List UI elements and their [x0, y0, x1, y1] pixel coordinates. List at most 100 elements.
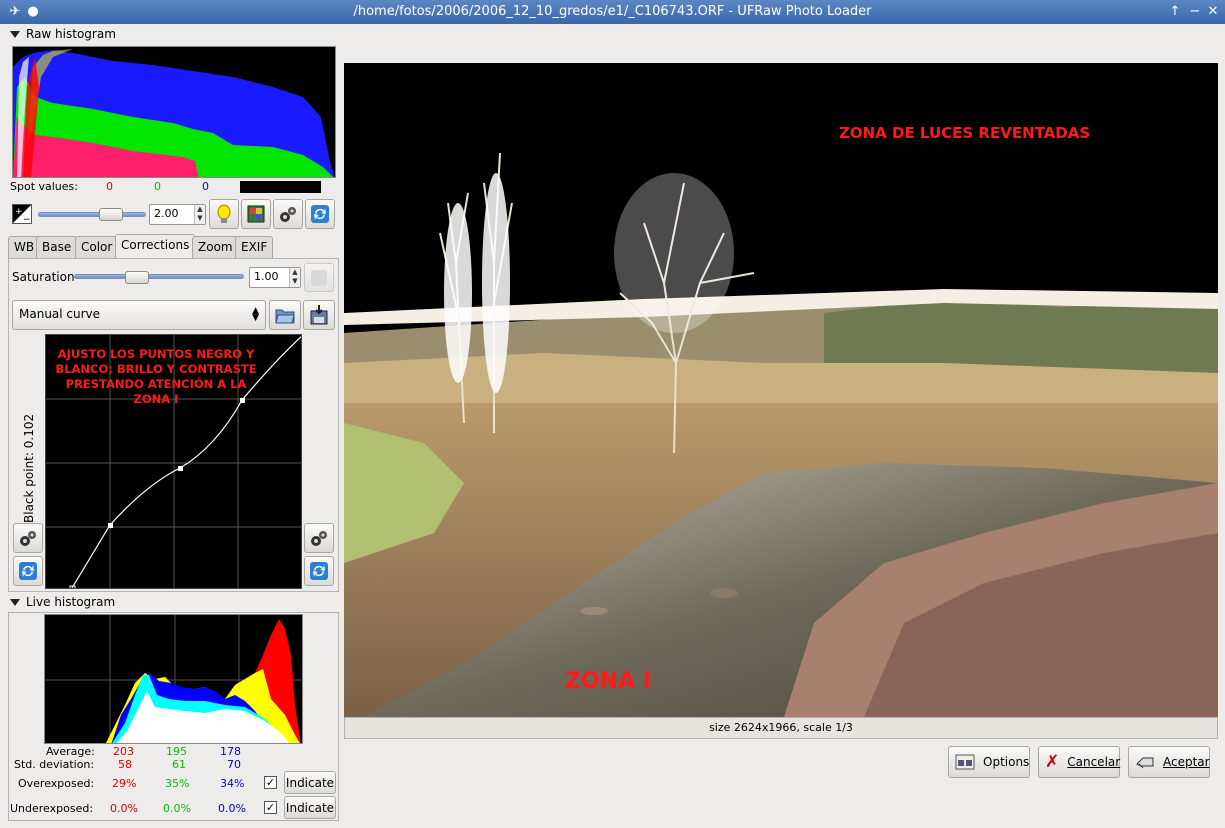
gears-icon [20, 531, 36, 546]
overexposed-label: Overexposed: [18, 777, 95, 790]
reset-curve-button[interactable] [304, 556, 334, 586]
live-histogram-label: Live histogram [26, 595, 116, 609]
image-preview[interactable]: ZONA DE LUCES REVENTADAS ZONA I [344, 63, 1218, 717]
gears-icon [280, 207, 296, 222]
std-deviation-label: Std. deviation: [14, 758, 95, 771]
refresh-icon [311, 269, 327, 286]
std-red: 58 [118, 758, 132, 771]
minimize-icon[interactable]: − [1186, 3, 1204, 21]
average-green: 195 [166, 745, 187, 758]
overexposed-indicate-button[interactable]: Indicate [284, 771, 336, 794]
spot-value-red: 0 [106, 180, 113, 193]
save-icon [310, 305, 328, 325]
spot-value-green: 0 [154, 180, 161, 193]
exposure-spinbox[interactable]: 2.00 ▲ ▼ [149, 204, 206, 225]
updown-arrows-icon: ▲ ▼ [252, 306, 259, 323]
underexposed-blue: 0.0% [218, 802, 246, 815]
annotation-blown-highlights: ZONA DE LUCES REVENTADAS [839, 124, 1090, 142]
expander-arrow-icon [10, 599, 20, 606]
cancel-button[interactable]: ✗ Cancelar [1038, 746, 1120, 778]
spot-color-swatch [240, 181, 321, 193]
cancel-x-icon: ✗ [1045, 752, 1060, 772]
saturation-value: 1.00 [254, 270, 279, 283]
gears-icon [311, 531, 327, 546]
curve-select-value: Manual curve [19, 307, 101, 321]
raw-histogram-expander[interactable]: Raw histogram [10, 27, 116, 41]
accept-button[interactable]: Aceptar [1128, 746, 1210, 778]
exposure-icon: + − [12, 204, 32, 225]
average-blue: 178 [220, 745, 241, 758]
raw-histogram-graph [13, 47, 335, 177]
saturation-spinbox[interactable]: 1.00 ▲ ▼ [249, 267, 301, 288]
raw-histogram-label: Raw histogram [26, 27, 116, 41]
average-label: Average: [46, 745, 95, 758]
tab-zoom[interactable]: Zoom [192, 236, 239, 258]
curve-select[interactable]: Manual curve ▲ ▼ [12, 300, 266, 330]
underexposed-checkbox[interactable]: ✓ [264, 801, 277, 814]
accept-label: Aceptar [1163, 755, 1210, 769]
overexposed-checkbox[interactable]: ✓ [264, 776, 277, 789]
open-curve-button[interactable] [269, 300, 301, 330]
spin-arrows-icon[interactable]: ▲ ▼ [194, 205, 205, 224]
reset-black-point-button[interactable] [13, 556, 43, 586]
tab-base[interactable]: Base [36, 236, 78, 258]
underexposed-green: 0.0% [163, 802, 191, 815]
std-blue: 70 [227, 758, 241, 771]
refresh-icon [311, 205, 329, 223]
landscape-photo: ZONA DE LUCES REVENTADAS ZONA I [344, 63, 1218, 717]
options-icon [955, 754, 975, 770]
curve-editor[interactable]: AJUSTO LOS PUNTOS NEGRO Y BLANCO; BRILLO… [45, 334, 302, 589]
saturation-slider-thumb[interactable] [125, 271, 150, 284]
folder-open-icon [275, 309, 295, 324]
exposure-value: 2.00 [154, 207, 179, 220]
overexposed-green: 35% [165, 777, 190, 790]
options-label: Options [983, 755, 1030, 769]
close-icon[interactable]: ✕ [1204, 3, 1222, 21]
underexposed-red: 0.0% [110, 802, 138, 815]
underexposed-label: Underexposed: [10, 802, 94, 815]
accept-icon [1135, 754, 1155, 770]
maximize-icon[interactable]: ↑ [1166, 3, 1184, 21]
refresh-icon [19, 562, 37, 580]
auto-exposure-button[interactable] [209, 199, 239, 229]
underexposed-indicate-button[interactable]: Indicate [284, 796, 336, 819]
options-button[interactable]: Options [948, 746, 1030, 778]
color-grid-icon [247, 205, 265, 223]
window-title: /home/fotos/2006/2006_12_10_gredos/e1/_C… [353, 4, 872, 19]
reset-saturation-button[interactable] [304, 263, 334, 292]
tab-color[interactable]: Color [75, 236, 119, 258]
image-status: size 2624x1966, scale 1/3 [344, 717, 1218, 739]
saturation-slider-track[interactable] [74, 274, 244, 279]
exposure-slider-track[interactable] [38, 212, 146, 217]
reset-exposure-button[interactable] [273, 199, 303, 229]
spot-value-blue: 0 [202, 180, 209, 193]
svg-text:−: − [23, 215, 31, 223]
exposure-slider-thumb[interactable] [99, 208, 124, 221]
overexposed-blue: 34% [220, 777, 245, 790]
save-curve-button[interactable] [303, 300, 335, 330]
auto-black-point-button[interactable] [13, 523, 43, 553]
spin-arrows-icon[interactable]: ▲ ▼ [289, 268, 300, 287]
tab-exif[interactable]: EXIF [235, 236, 274, 258]
refresh-exposure-button[interactable] [305, 199, 335, 229]
live-histogram [44, 614, 303, 744]
tab-corrections[interactable]: Corrections [115, 234, 196, 259]
spot-values-label: Spot values: [10, 180, 78, 193]
refresh-icon [310, 562, 328, 580]
title-bar: ✈ ● /home/fotos/2006/2006_12_10_gredos/e… [0, 0, 1225, 24]
average-red: 203 [113, 745, 134, 758]
svg-text:+: + [15, 207, 23, 217]
expander-arrow-icon [10, 31, 20, 38]
auto-curve-button[interactable] [304, 523, 334, 553]
cancel-label: Cancelar [1067, 755, 1121, 769]
overexposed-red: 29% [112, 777, 137, 790]
black-point-label: Black point: 0.102 [22, 413, 36, 523]
lightbulb-icon [217, 204, 231, 223]
live-histogram-graph [45, 615, 302, 743]
live-histogram-expander[interactable]: Live histogram [10, 595, 115, 609]
curve-annotation: AJUSTO LOS PUNTOS NEGRO Y BLANCO; BRILLO… [55, 347, 257, 406]
std-green: 61 [172, 758, 186, 771]
raw-histogram [12, 46, 336, 178]
annotation-zone-one: ZONA I [565, 669, 651, 694]
color-balance-button[interactable] [241, 199, 271, 229]
